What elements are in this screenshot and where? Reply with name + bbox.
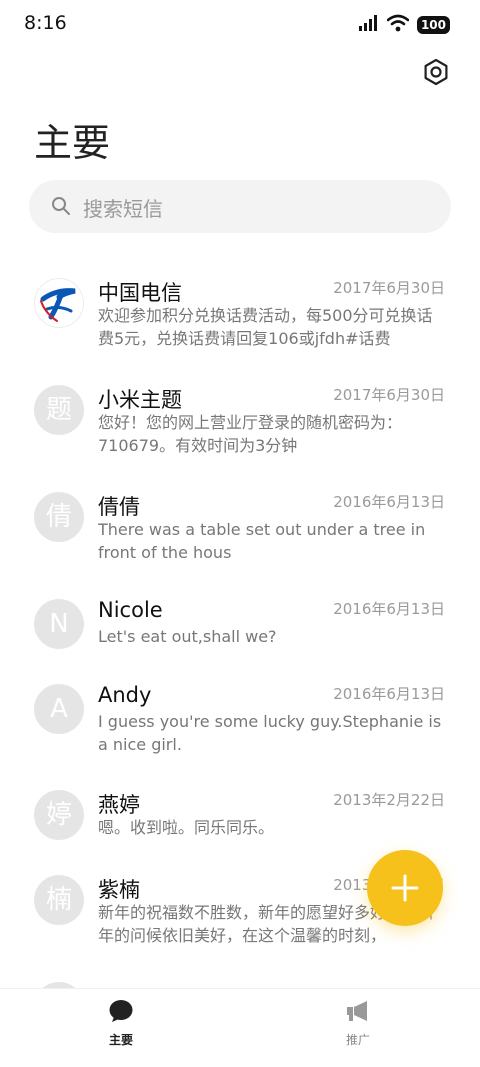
tab-main[interactable]: 主要 (61, 999, 181, 1059)
avatar: A (34, 684, 84, 734)
avatar: 婷 (34, 790, 84, 840)
message-item-partial[interactable] (0, 962, 480, 988)
sender-name: Andy (98, 683, 152, 707)
search-bar[interactable]: 搜索短信 (29, 180, 451, 233)
message-preview: 您好！您的网上营业厅登录的随机密码为：710679。有效时间为3分钟 (98, 413, 403, 455)
message-preview: Let's eat out,shall we? (98, 627, 277, 646)
message-date: 2016年6月13日 (333, 493, 445, 511)
search-input[interactable]: 搜索短信 (83, 193, 163, 222)
avatar: 题 (34, 385, 84, 435)
avatar: 楠 (34, 875, 84, 925)
message-date: 2016年6月13日 (333, 685, 445, 703)
chat-bubble-icon (109, 1000, 133, 1022)
page-title: 主要 (34, 121, 111, 165)
message-item[interactable]: 倩 倩倩 2016年6月13日 There was a table set ou… (0, 472, 480, 572)
signal-icon (358, 15, 379, 35)
new-message-button[interactable] (367, 850, 443, 926)
sender-name: 中国电信 (98, 281, 182, 305)
message-date: 2013年2月22日 (333, 791, 445, 809)
battery-indicator: 100 (416, 16, 450, 34)
tab-promotions[interactable]: 推广 (298, 999, 418, 1059)
sender-name: 紫楠 (98, 878, 140, 902)
status-time: 8:16 (24, 12, 67, 34)
megaphone-icon (347, 1001, 367, 1021)
settings-icon (424, 58, 448, 86)
tab-main-label: 主要 (108, 1033, 133, 1047)
avatar: 倩 (34, 492, 84, 542)
message-preview: There was a table set out under a tree i… (98, 520, 426, 562)
status-icons: 100 (358, 14, 450, 36)
message-date: 2017年6月30日 (333, 386, 445, 404)
search-icon (51, 196, 71, 220)
message-item[interactable]: 中国电信 2017年6月30日 欢迎参加积分兑换话费活动，每500分可兑换话费5… (0, 258, 480, 358)
message-preview: I guess you're some lucky guy.Stephanie … (98, 712, 442, 754)
message-date: 2017年6月30日 (333, 279, 445, 297)
message-date: 2016年6月13日 (333, 600, 445, 618)
message-item[interactable]: 题 小米主题 2017年6月30日 您好！您的网上营业厅登录的随机密码为：710… (0, 365, 480, 465)
plus-icon (391, 874, 419, 902)
sender-name: Nicole (98, 598, 163, 622)
wifi-icon (386, 14, 410, 36)
avatar: N (34, 599, 84, 649)
sender-name: 倩倩 (98, 495, 140, 519)
sender-name: 燕婷 (98, 793, 140, 817)
china-telecom-logo (34, 278, 84, 328)
message-preview: 欢迎参加积分兑换话费活动，每500分可兑换话费5元，兑换话费请回复106或jfd… (98, 306, 433, 348)
bottom-nav: 主要 推广 (0, 988, 480, 1067)
message-preview: 嗯。收到啦。同乐同乐。 (98, 818, 275, 837)
settings-button[interactable] (420, 56, 452, 88)
tab-promotions-label: 推广 (345, 1033, 370, 1047)
status-bar: 8:16 100 (0, 0, 480, 48)
sender-name: 小米主题 (98, 388, 182, 412)
message-item[interactable]: A Andy 2016年6月13日 I guess you're some lu… (0, 664, 480, 764)
